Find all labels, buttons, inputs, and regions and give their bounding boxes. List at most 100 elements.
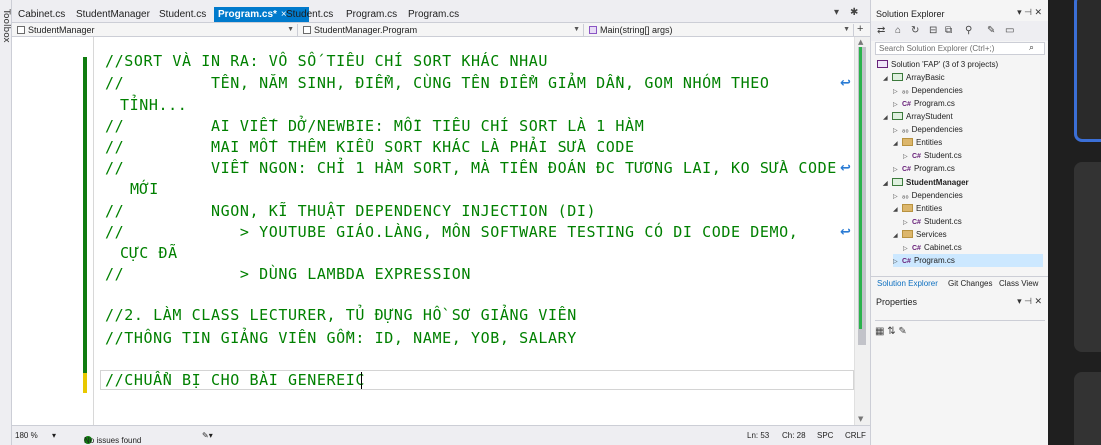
vertical-scrollbar[interactable]: ▲ ▼ [854, 37, 870, 425]
history-icon[interactable]: ↻ [911, 25, 919, 36]
tab-overflow-dropdown-icon[interactable]: ▾ [834, 7, 839, 18]
tree-file[interactable]: ▷ C# Program.cs [893, 162, 955, 175]
project-combo[interactable]: StudentManager ▼ [14, 24, 298, 36]
solution-explorer-search-input[interactable]: Search Solution Explorer (Ctrl+;) ⌕ [875, 42, 1045, 55]
tab-solution-explorer[interactable]: Solution Explorer [877, 279, 938, 288]
code-line-current[interactable]: //CHUẨN BỊ CHO BÀI GENEREIC [105, 371, 365, 389]
overlay-card[interactable] [1074, 162, 1101, 352]
overlay-card[interactable] [1074, 372, 1101, 445]
tree-label: Program.cs [913, 256, 955, 265]
class-combo[interactable]: StudentManager.Program ▼ [300, 24, 584, 36]
tab-class-view[interactable]: Class View [999, 279, 1038, 288]
tree-label: Program.cs [913, 99, 955, 108]
toolbox-strip[interactable]: Toolbox [0, 0, 12, 445]
expand-icon[interactable]: ◢ [883, 73, 892, 86]
code-line-wrapped[interactable]: CỰC ĐÃ [120, 244, 178, 262]
properties-title: Properties [876, 297, 918, 307]
screen-root: { "toolbox": {"label": "Toolbox"}, "tabs… [0, 0, 1101, 445]
tab-studentmanager[interactable]: StudentManager [72, 7, 154, 22]
line-ending[interactable]: CRLF [845, 431, 866, 440]
code-line[interactable]: //2. LÀM CLASS LECTURER, TỦ ĐỰNG HỒ SƠ G… [105, 306, 577, 324]
tree-file-selected[interactable]: ▷ C# Program.cs [893, 254, 1043, 267]
tab-program-3[interactable]: Program.cs [404, 7, 463, 22]
tree-label: Entities [916, 204, 943, 213]
tab-label: Program.cs* [218, 9, 277, 20]
overlay-card[interactable] [1074, 0, 1101, 142]
code-line[interactable]: // MAI MỐT THÊM KIỂU SORT KHÁC LÀ PHẢI S… [105, 138, 635, 156]
tab-student-2[interactable]: Student.cs [282, 7, 337, 22]
code-line[interactable]: // TÊN, NĂM SINH, ĐIỂM, CÙNG TÊN ĐIỂM GI… [105, 74, 770, 92]
scroll-down-icon[interactable]: ▼ [858, 415, 863, 423]
brush-icon[interactable]: ✎▾ [202, 431, 213, 440]
collapse-icon[interactable]: ▷ [893, 256, 902, 269]
tab-cabinet[interactable]: Cabinet.cs [14, 7, 69, 22]
tree-dependencies[interactable]: ▷ ₈₀ Dependencies [893, 84, 963, 97]
tree-file[interactable]: ▷ C# Program.cs [893, 97, 955, 110]
preview-icon[interactable]: ▭ [1005, 25, 1014, 36]
tab-label: Cabinet.cs [18, 9, 66, 20]
navigation-bar: StudentManager ▼ StudentManager.Program … [12, 22, 870, 37]
code-line[interactable]: //THÔNG TIN GIẢNG VIÊN GỒM: ID, NAME, YO… [105, 329, 577, 347]
zoom-dropdown-icon[interactable]: ▾ [52, 431, 56, 440]
class-combo-value: StudentManager.Program [314, 25, 418, 35]
code-line-wrapped[interactable]: TỈNH... [120, 96, 187, 114]
saved-changes-bar [83, 57, 87, 393]
code-line[interactable]: //SORT VÀ IN RA: VÔ SỐ TIÊU CHÍ SORT KHÁ… [105, 52, 548, 70]
search-placeholder: Search Solution Explorer (Ctrl+;) [879, 44, 995, 53]
show-all-files-icon[interactable]: ⧉ [945, 25, 952, 36]
tree-project-studentmanager[interactable]: ◢ StudentManager [883, 176, 969, 189]
pane-controls-icon[interactable]: ▾ ⊣ ✕ [1017, 296, 1042, 307]
sync-icon[interactable]: ⇄ [877, 25, 885, 36]
filter-icon[interactable]: ⚲ [965, 25, 972, 36]
code-line[interactable]: // > YOUTUBE GIÁO.LÀNG, MÔN SOFTWARE TES… [105, 223, 798, 241]
pane-controls-icon[interactable]: ▾ ⊣ ✕ [1017, 7, 1042, 18]
tab-program-2[interactable]: Program.cs [342, 7, 401, 22]
chevron-down-icon: ▼ [843, 26, 850, 33]
code-line[interactable]: // VIẾT NGON: CHỈ 1 HÀM SORT, MÀ TIÊN ĐO… [105, 159, 837, 177]
code-line-wrapped[interactable]: MỚI [130, 180, 159, 198]
tree-folder[interactable]: ◢ Entities [893, 202, 942, 215]
properties-toolbar-icons[interactable]: ▦ ⇅ ✎ [875, 326, 907, 337]
code-line[interactable]: // NGON, KĨ THUẬT DEPENDENCY INJECTION (… [105, 202, 596, 220]
scroll-up-icon[interactable]: ▲ [858, 38, 863, 46]
tree-dependencies[interactable]: ▷ ₈₀ Dependencies [893, 189, 963, 202]
column-number[interactable]: Ch: 28 [782, 431, 806, 440]
unsaved-changes-bar [83, 373, 87, 393]
collapse-all-icon[interactable]: ⊟ [929, 25, 937, 36]
tree-dependencies[interactable]: ▷ ₈₀ Dependencies [893, 123, 963, 136]
expand-icon[interactable]: ◢ [883, 112, 892, 125]
tree-project-arraybasic[interactable]: ◢ ArrayBasic [883, 71, 945, 84]
tree-folder[interactable]: ◢ Services [893, 228, 947, 241]
tree-file[interactable]: ▷ C# Student.cs [903, 215, 962, 228]
code-editor[interactable]: //SORT VÀ IN RA: VÔ SỐ TIÊU CHÍ SORT KHÁ… [12, 37, 870, 425]
solution-icon [877, 60, 888, 68]
tree-file[interactable]: ▷ C# Cabinet.cs [903, 241, 962, 254]
expand-icon[interactable]: ◢ [893, 204, 902, 217]
home-icon[interactable]: ⌂ [895, 25, 901, 36]
expand-icon[interactable]: ◢ [893, 138, 902, 151]
zoom-level[interactable]: 180 % [15, 431, 38, 440]
split-add-icon[interactable]: + [857, 23, 863, 35]
csharp-project-icon [892, 178, 903, 186]
text-caret [361, 372, 362, 389]
properties-object-combo[interactable] [875, 310, 1045, 321]
member-combo-value: Main(string[] args) [600, 25, 673, 35]
tab-student[interactable]: Student.cs [155, 7, 210, 22]
expand-icon[interactable]: ◢ [883, 178, 892, 191]
expand-icon[interactable]: ◢ [893, 230, 902, 243]
tree-project-arraystudent[interactable]: ◢ ArrayStudent [883, 110, 953, 123]
properties-wrench-icon[interactable]: ✎ [987, 25, 995, 36]
tree-solution[interactable]: Solution 'FAP' (3 of 3 projects) [877, 58, 998, 71]
settings-gear-icon[interactable]: ✱ [850, 7, 858, 18]
csharp-project-icon [892, 112, 903, 120]
line-number[interactable]: Ln: 53 [747, 431, 769, 440]
code-line[interactable]: // > DÙNG LAMBDA EXPRESSION [105, 265, 471, 283]
code-line[interactable]: // AI VIẾT DỞ/NEWBIE: MỖI TIÊU CHÍ SORT … [105, 117, 644, 135]
tree-file[interactable]: ▷ C# Student.cs [903, 149, 962, 162]
search-icon[interactable]: ⌕ [1029, 42, 1034, 53]
whitespace-mode[interactable]: SPC [817, 431, 833, 440]
tree-folder[interactable]: ◢ Entities [893, 136, 942, 149]
tab-git-changes[interactable]: Git Changes [948, 279, 992, 288]
member-combo[interactable]: Main(string[] args) ▼ [586, 24, 854, 36]
dependencies-icon: ₈₀ [902, 125, 909, 134]
